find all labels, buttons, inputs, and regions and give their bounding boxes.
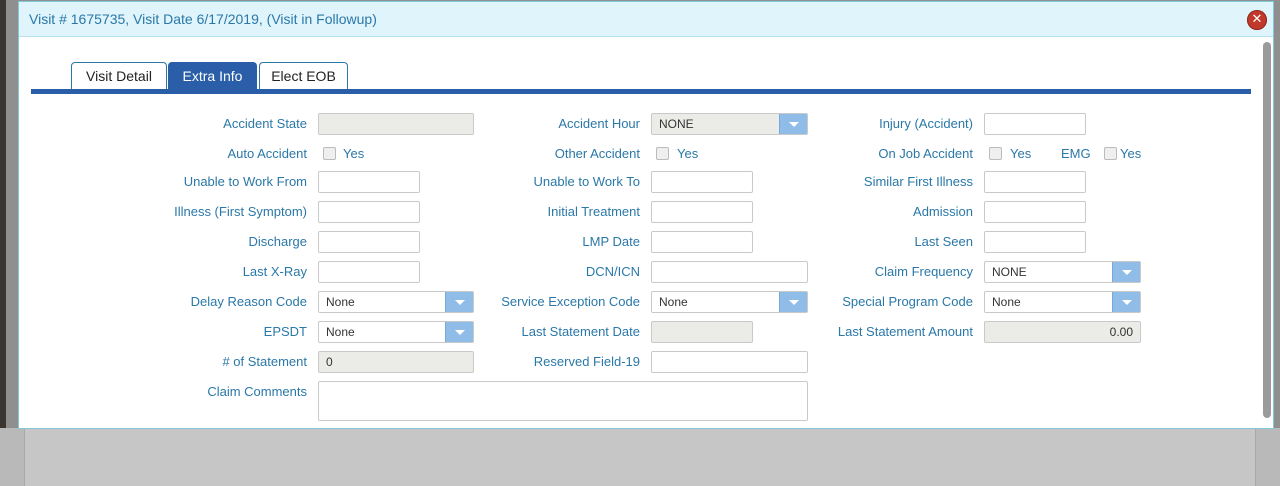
chevron-down-icon[interactable] [445, 322, 473, 342]
accident-state-input[interactable] [318, 113, 474, 135]
reserved-field-19-label: Reserved Field-19 [533, 354, 640, 369]
service-exception-code-value: None [659, 295, 688, 309]
last-statement-date-input[interactable] [651, 321, 753, 343]
special-program-code-label: Special Program Code [842, 294, 973, 309]
admission-label: Admission [913, 204, 973, 219]
dcn-icn-label: DCN/ICN [585, 264, 640, 279]
epsdt-value: None [326, 325, 355, 339]
epsdt-select[interactable]: None [318, 321, 474, 343]
lmp-date-label: LMP Date [582, 234, 640, 249]
last-statement-amount-input[interactable]: 0.00 [984, 321, 1141, 343]
background-edge [0, 0, 6, 486]
close-icon[interactable]: ✕ [1247, 10, 1267, 30]
chevron-down-icon[interactable] [445, 292, 473, 312]
visit-dialog: Visit # 1675735, Visit Date 6/17/2019, (… [18, 1, 1274, 429]
last-xray-input[interactable] [318, 261, 420, 283]
unable-to-work-to-label: Unable to Work To [533, 174, 640, 189]
injury-accident-input[interactable] [984, 113, 1086, 135]
service-exception-code-select[interactable]: None [651, 291, 808, 313]
chevron-down-icon[interactable] [779, 114, 807, 134]
discharge-input[interactable] [318, 231, 420, 253]
delay-reason-code-label: Delay Reason Code [190, 294, 307, 309]
tab-extra-info[interactable]: Extra Info [168, 62, 257, 89]
on-job-accident-label: On Job Accident [878, 146, 973, 161]
other-accident-checkbox[interactable] [656, 147, 669, 160]
initial-treatment-input[interactable] [651, 201, 753, 223]
auto-accident-checkbox[interactable] [323, 147, 336, 160]
unable-to-work-from-label: Unable to Work From [183, 174, 307, 189]
last-xray-label: Last X-Ray [242, 264, 307, 279]
last-statement-amount-label: Last Statement Amount [837, 324, 973, 339]
claim-frequency-select[interactable]: NONE [984, 261, 1141, 283]
last-statement-date-label: Last Statement Date [521, 324, 640, 339]
chevron-down-icon[interactable] [1112, 262, 1140, 282]
emg-label: EMG [1061, 146, 1091, 161]
other-accident-label: Other Accident [554, 146, 640, 161]
tab-elect-eob[interactable]: Elect EOB [259, 62, 348, 89]
on-job-accident-checkbox[interactable] [989, 147, 1002, 160]
auto-accident-yes-label: Yes [343, 146, 365, 161]
chevron-down-icon[interactable] [779, 292, 807, 312]
emg-checkbox[interactable] [1104, 147, 1117, 160]
accident-state-label: Accident State [223, 116, 307, 131]
dcn-icn-input[interactable] [651, 261, 808, 283]
dialog-titlebar: Visit # 1675735, Visit Date 6/17/2019, (… [19, 2, 1273, 37]
claim-comments-label: Claim Comments [207, 384, 307, 399]
special-program-code-value: None [992, 295, 1021, 309]
last-seen-label: Last Seen [914, 234, 973, 249]
illness-first-symptom-input[interactable] [318, 201, 420, 223]
claim-frequency-value: NONE [992, 265, 1027, 279]
chevron-down-icon[interactable] [1112, 292, 1140, 312]
dialog-title: Visit # 1675735, Visit Date 6/17/2019, (… [29, 11, 377, 27]
unable-to-work-from-input[interactable] [318, 171, 420, 193]
unable-to-work-to-input[interactable] [651, 171, 753, 193]
num-statement-label: # of Statement [222, 354, 307, 369]
similar-first-illness-label: Similar First Illness [863, 174, 973, 189]
delay-reason-code-select[interactable]: None [318, 291, 474, 313]
discharge-label: Discharge [248, 234, 307, 249]
illness-first-symptom-label: Illness (First Symptom) [174, 204, 307, 219]
similar-first-illness-input[interactable] [984, 171, 1086, 193]
initial-treatment-label: Initial Treatment [547, 204, 641, 219]
emg-yes-label: Yes [1120, 146, 1142, 161]
injury-accident-label: Injury (Accident) [879, 116, 973, 131]
lmp-date-input[interactable] [651, 231, 753, 253]
accident-hour-select[interactable]: NONE [651, 113, 808, 135]
on-job-accident-yes-label: Yes [1010, 146, 1032, 161]
accident-hour-value: NONE [659, 117, 694, 131]
last-seen-input[interactable] [984, 231, 1086, 253]
auto-accident-label: Auto Accident [227, 146, 308, 161]
delay-reason-code-value: None [326, 295, 355, 309]
other-accident-yes-label: Yes [677, 146, 699, 161]
background-panel [24, 428, 1256, 486]
tab-visit-detail[interactable]: Visit Detail [71, 62, 167, 89]
num-statement-input[interactable]: 0 [318, 351, 474, 373]
vertical-scrollbar[interactable] [1263, 42, 1271, 418]
accident-hour-label: Accident Hour [558, 116, 640, 131]
claim-comments-textarea[interactable] [318, 381, 808, 421]
admission-input[interactable] [984, 201, 1086, 223]
tab-underline [31, 89, 1251, 94]
claim-frequency-label: Claim Frequency [874, 264, 973, 279]
reserved-field-19-input[interactable] [651, 351, 808, 373]
epsdt-label: EPSDT [263, 324, 307, 339]
service-exception-code-label: Service Exception Code [501, 294, 640, 309]
special-program-code-select[interactable]: None [984, 291, 1141, 313]
